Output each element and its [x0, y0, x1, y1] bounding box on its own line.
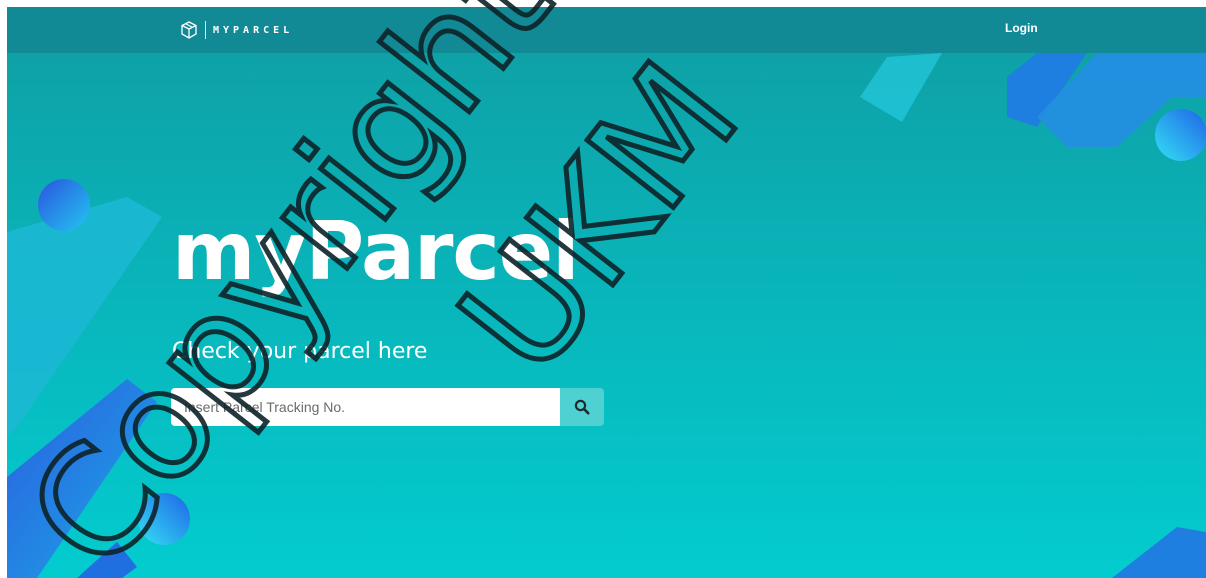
search-icon	[574, 399, 590, 415]
brand-divider	[205, 21, 206, 39]
brand-logo[interactable]: MYPARCEL	[179, 19, 293, 41]
top-navbar: MYPARCEL Login	[7, 7, 1206, 53]
right-ball	[1155, 109, 1206, 161]
package-box-icon	[181, 21, 197, 39]
bottom-right-stripe	[1112, 527, 1206, 578]
login-link[interactable]: Login	[1005, 21, 1038, 35]
left-ball-top	[38, 179, 90, 231]
brand-name: MYPARCEL	[213, 24, 294, 36]
page-frame: MYPARCEL Login myParcel Check your parce…	[7, 7, 1206, 578]
hero-title: myParcel	[172, 205, 580, 298]
tracking-search-group	[171, 388, 604, 426]
left-ball-bottom	[138, 493, 190, 545]
top-right-stripe-1	[860, 53, 942, 122]
left-blue-stripe-small	[77, 542, 137, 578]
tracking-number-input[interactable]	[171, 388, 560, 426]
search-button[interactable]	[560, 388, 604, 426]
hero-subtitle: Check your parcel here	[172, 339, 428, 364]
